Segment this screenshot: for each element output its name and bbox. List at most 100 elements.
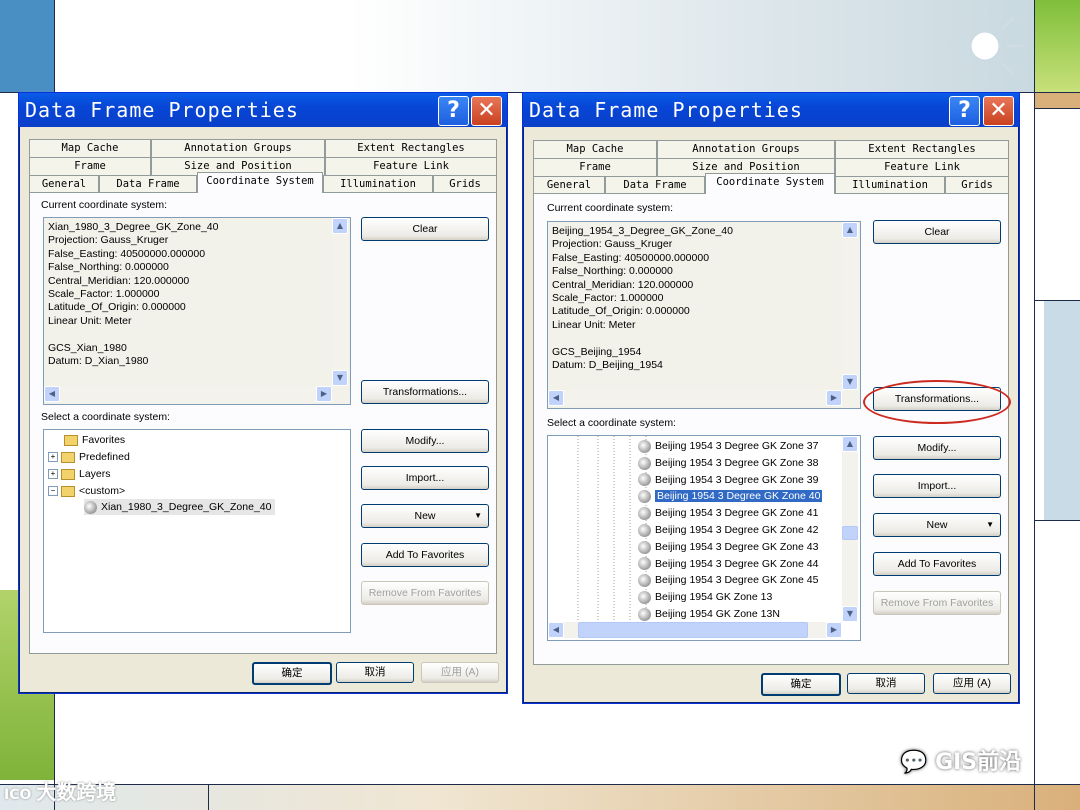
tab-coordinate-system[interactable]: Coordinate System bbox=[197, 172, 323, 193]
expand-icon[interactable]: + bbox=[48, 452, 58, 463]
coordinate-tree[interactable]: Favorites + Predefined + Layers − <custom> … bbox=[43, 429, 351, 633]
remove-from-favorites-button[interactable]: Remove From Favorites bbox=[361, 581, 489, 605]
collapse-icon[interactable]: − bbox=[48, 486, 58, 497]
scroll-right-button[interactable]: ▶ bbox=[826, 622, 842, 638]
tab-feature-link[interactable]: Feature Link bbox=[835, 158, 1009, 176]
tab-grids[interactable]: Grids bbox=[433, 175, 497, 193]
tab-general[interactable]: General bbox=[533, 176, 605, 194]
clear-button[interactable]: Clear bbox=[873, 220, 1001, 244]
import-button[interactable]: Import... bbox=[873, 474, 1001, 498]
scroll-down-button[interactable]: ▼ bbox=[842, 606, 858, 622]
help-button[interactable]: ? bbox=[438, 96, 469, 126]
current-vscroll[interactable]: ▲ ▼ bbox=[842, 222, 858, 390]
list-item[interactable]: Beijing 1954 3 Degree GK Zone 43 bbox=[638, 539, 818, 555]
modify-button[interactable]: Modify... bbox=[873, 436, 1001, 460]
apply-button[interactable]: 应用 (A) bbox=[421, 662, 499, 683]
tab-illumination[interactable]: Illumination bbox=[323, 175, 433, 193]
close-button[interactable]: ✕ bbox=[983, 96, 1014, 126]
list-item[interactable]: Beijing 1954 GK Zone 13 bbox=[638, 589, 772, 605]
new-button[interactable]: New ▼ bbox=[873, 513, 1001, 537]
list-item[interactable]: Beijing 1954 3 Degree GK Zone 40 bbox=[638, 488, 823, 504]
current-coordinate-text: Xian_1980_3_Degree_GK_Zone_40 Projection… bbox=[48, 221, 219, 368]
tree-item-custom[interactable]: − <custom> bbox=[48, 483, 125, 499]
select-coordinate-label: Select a coordinate system: bbox=[41, 411, 170, 423]
tab-illumination[interactable]: Illumination bbox=[835, 176, 945, 194]
cancel-button[interactable]: 取消 bbox=[336, 662, 414, 683]
remove-from-favorites-button[interactable]: Remove From Favorites bbox=[873, 591, 1001, 615]
bg-right-green bbox=[1034, 0, 1080, 92]
tab-frame[interactable]: Frame bbox=[29, 157, 151, 175]
globe-icon bbox=[638, 473, 651, 487]
tab-extent-rectangles[interactable]: Extent Rectangles bbox=[835, 140, 1009, 158]
globe-icon bbox=[84, 500, 97, 514]
scroll-left-button[interactable]: ◀ bbox=[548, 390, 564, 406]
tab-grids[interactable]: Grids bbox=[945, 176, 1009, 194]
list-item[interactable]: Beijing 1954 3 Degree GK Zone 42 bbox=[638, 522, 818, 538]
current-hscroll[interactable]: ◀ ▶ bbox=[548, 390, 842, 406]
tree-item-xian-zone-40[interactable]: Xian_1980_3_Degree_GK_Zone_40 bbox=[84, 499, 276, 515]
scroll-thumb[interactable] bbox=[842, 526, 858, 540]
cancel-button[interactable]: 取消 bbox=[847, 673, 925, 694]
add-to-favorites-button[interactable]: Add To Favorites bbox=[873, 552, 1001, 576]
add-to-favorites-button[interactable]: Add To Favorites bbox=[361, 543, 489, 567]
list-item[interactable]: Beijing 1954 3 Degree GK Zone 45 bbox=[638, 572, 818, 588]
list-item-label: Beijing 1954 3 Degree GK Zone 37 bbox=[655, 440, 819, 452]
ok-button[interactable]: 确定 bbox=[252, 662, 332, 685]
tab-map-cache[interactable]: Map Cache bbox=[533, 140, 657, 158]
bg-line-bottom bbox=[0, 784, 1080, 785]
tab-data-frame[interactable]: Data Frame bbox=[99, 175, 197, 193]
tab-frame[interactable]: Frame bbox=[533, 158, 657, 176]
tab-annotation-groups[interactable]: Annotation Groups bbox=[657, 140, 835, 158]
coordinate-list[interactable]: Beijing 1954 3 Degree GK Zone 37 Beijing … bbox=[547, 435, 861, 641]
close-button[interactable]: ✕ bbox=[471, 96, 502, 126]
folder-icon bbox=[61, 451, 75, 463]
scroll-up-button[interactable]: ▲ bbox=[842, 222, 858, 238]
current-coordinate-label: Current coordinate system: bbox=[41, 199, 168, 211]
watermark-right: 💬 GIS前沿 bbox=[900, 750, 1022, 775]
list-item-label: Beijing 1954 3 Degree GK Zone 43 bbox=[655, 540, 819, 553]
tab-map-cache[interactable]: Map Cache bbox=[29, 139, 151, 157]
tab-general[interactable]: General bbox=[29, 175, 99, 193]
current-coordinate-textbox[interactable]: Xian_1980_3_Degree_GK_Zone_40 Projection… bbox=[43, 217, 351, 405]
list-item[interactable]: Beijing 1954 3 Degree GK Zone 44 bbox=[638, 556, 818, 572]
ok-button[interactable]: 确定 bbox=[761, 673, 841, 696]
scroll-left-button[interactable]: ◀ bbox=[548, 622, 564, 638]
list-item[interactable]: Beijing 1954 3 Degree GK Zone 41 bbox=[638, 505, 818, 521]
apply-button[interactable]: 应用 (A) bbox=[933, 673, 1011, 694]
help-button[interactable]: ? bbox=[949, 96, 980, 126]
current-hscroll[interactable]: ◀ ▶ bbox=[44, 386, 332, 402]
scroll-right-button[interactable]: ▶ bbox=[316, 386, 332, 402]
current-vscroll[interactable]: ▲ ▼ bbox=[332, 218, 348, 386]
tab-feature-link[interactable]: Feature Link bbox=[325, 157, 497, 175]
tab-data-frame[interactable]: Data Frame bbox=[605, 176, 705, 194]
import-button[interactable]: Import... bbox=[361, 466, 489, 490]
list-vscroll[interactable]: ▲ ▼ bbox=[842, 436, 858, 622]
scroll-down-button[interactable]: ▼ bbox=[332, 370, 348, 386]
bg-line-right-mid bbox=[1034, 300, 1080, 301]
tab-coordinate-system[interactable]: Coordinate System bbox=[705, 173, 835, 194]
tree-item-layers[interactable]: + Layers bbox=[48, 466, 111, 482]
scroll-right-button[interactable]: ▶ bbox=[826, 390, 842, 406]
tab-annotation-groups[interactable]: Annotation Groups bbox=[151, 139, 325, 157]
scroll-up-button[interactable]: ▲ bbox=[332, 218, 348, 234]
folder-icon bbox=[64, 434, 78, 446]
list-hscroll[interactable]: ◀ ▶ bbox=[548, 622, 842, 638]
list-item[interactable]: Beijing 1954 3 Degree GK Zone 37 bbox=[638, 438, 818, 454]
list-item[interactable]: Beijing 1954 GK Zone 13N bbox=[638, 606, 780, 622]
scroll-left-button[interactable]: ◀ bbox=[44, 386, 60, 402]
list-item[interactable]: Beijing 1954 3 Degree GK Zone 39 bbox=[638, 472, 818, 488]
list-item[interactable]: Beijing 1954 3 Degree GK Zone 38 bbox=[638, 455, 818, 471]
tree-item-favorites[interactable]: Favorites bbox=[64, 432, 125, 448]
globe-icon bbox=[638, 490, 651, 504]
tab-extent-rectangles[interactable]: Extent Rectangles bbox=[325, 139, 497, 157]
tree-item-predefined[interactable]: + Predefined bbox=[48, 449, 130, 465]
modify-button[interactable]: Modify... bbox=[361, 429, 489, 453]
scroll-up-button[interactable]: ▲ bbox=[842, 436, 858, 452]
hscroll-thumb[interactable] bbox=[578, 622, 808, 638]
transformations-button[interactable]: Transformations... bbox=[361, 380, 489, 404]
current-coordinate-textbox[interactable]: Beijing_1954_3_Degree_GK_Zone_40 Project… bbox=[547, 221, 861, 409]
scroll-down-button[interactable]: ▼ bbox=[842, 374, 858, 390]
clear-button[interactable]: Clear bbox=[361, 217, 489, 241]
expand-icon[interactable]: + bbox=[48, 469, 58, 480]
new-button[interactable]: New ▼ bbox=[361, 504, 489, 528]
